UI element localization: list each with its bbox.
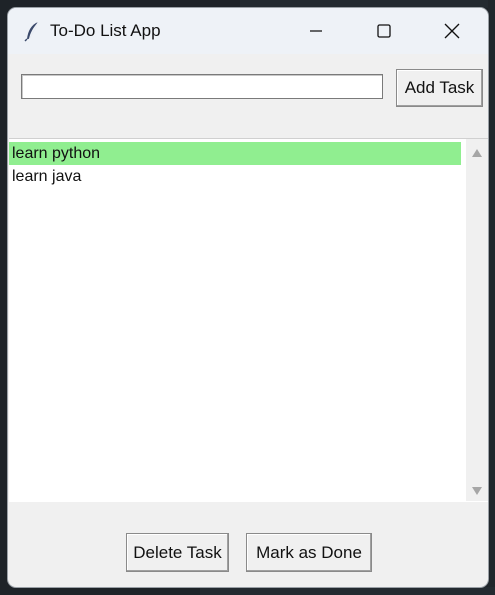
mark-done-button[interactable]: Mark as Done xyxy=(246,533,372,572)
title-bar[interactable]: To-Do List App xyxy=(8,8,488,54)
close-button[interactable] xyxy=(420,8,484,54)
scroll-up-icon[interactable] xyxy=(472,149,482,157)
maximize-icon xyxy=(377,24,391,38)
minimize-button[interactable] xyxy=(284,8,348,54)
background-editor-edge xyxy=(488,0,495,595)
task-item-learn-python[interactable]: learn python xyxy=(9,142,461,165)
app-window: To-Do List App Add Task learn python lea… xyxy=(8,8,488,587)
scroll-down-icon[interactable] xyxy=(472,487,482,495)
task-item-learn-java[interactable]: learn java xyxy=(9,165,461,188)
background-editor-strip xyxy=(240,0,495,8)
task-input[interactable] xyxy=(21,74,383,99)
close-icon xyxy=(444,23,460,39)
minimize-icon xyxy=(310,30,322,32)
add-task-button[interactable]: Add Task xyxy=(396,69,483,107)
background-editor-bottom xyxy=(200,587,495,595)
maximize-button[interactable] xyxy=(352,8,416,54)
window-title: To-Do List App xyxy=(50,21,161,40)
task-list: learn python learn java xyxy=(9,142,461,188)
feather-icon xyxy=(22,20,44,42)
delete-task-button[interactable]: Delete Task xyxy=(126,533,229,572)
list-scrollbar[interactable] xyxy=(466,139,488,501)
task-listbox[interactable]: learn python learn java xyxy=(9,138,488,502)
